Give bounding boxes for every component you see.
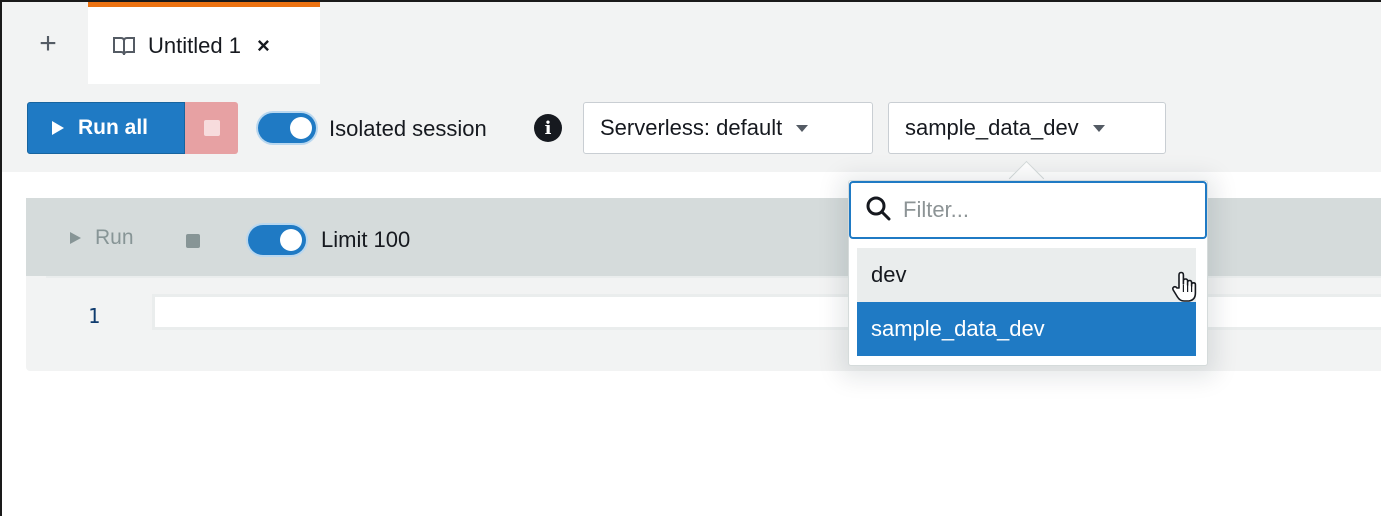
workgroup-select[interactable]: Serverless: default — [583, 102, 873, 154]
run-button[interactable]: Run — [70, 226, 134, 250]
add-tab-button[interactable]: + — [30, 24, 66, 64]
stop-all-button[interactable] — [185, 102, 238, 154]
option-label: sample_data_dev — [871, 316, 1045, 341]
line-number: 1 — [88, 304, 101, 328]
option-dev[interactable]: dev — [857, 248, 1196, 302]
stop-button[interactable] — [186, 234, 200, 248]
option-sample-data-dev[interactable]: sample_data_dev — [857, 302, 1196, 356]
tab-bar: + Untitled 1 × — [2, 2, 1381, 85]
isolated-session-label: Isolated session — [329, 116, 487, 141]
notebook-icon — [112, 35, 136, 57]
filter-input[interactable] — [901, 196, 1185, 224]
database-dropdown: dev sample_data_dev — [848, 180, 1208, 366]
toggle-knob — [280, 229, 302, 251]
play-icon — [70, 232, 81, 244]
tab-untitled-1[interactable]: Untitled 1 × — [88, 2, 320, 84]
stop-icon — [203, 120, 220, 136]
filter-field[interactable] — [849, 181, 1207, 239]
play-icon — [52, 121, 64, 135]
database-select[interactable]: sample_data_dev — [888, 102, 1166, 154]
caret-down-icon — [1092, 124, 1105, 132]
plus-icon: + — [39, 27, 57, 60]
run-all-button[interactable]: Run all — [27, 102, 185, 154]
database-select-value: sample_data_dev — [905, 115, 1079, 140]
run-label: Run — [95, 226, 134, 249]
caret-down-icon — [796, 124, 809, 132]
toggle-knob — [290, 117, 312, 139]
limit-toggle[interactable] — [248, 225, 306, 255]
notebook-toolbar: Run all Isolated session i Serverless: d… — [2, 84, 1381, 172]
pointer-hand-icon — [1170, 270, 1200, 309]
option-label: dev — [871, 262, 907, 287]
limit-label: Limit 100 — [321, 227, 411, 252]
close-icon[interactable]: × — [257, 33, 270, 59]
search-icon — [865, 195, 891, 226]
run-all-label: Run all — [78, 116, 149, 139]
workgroup-select-value: Serverless: default — [600, 115, 783, 140]
info-icon[interactable]: i — [534, 114, 562, 142]
isolated-session-toggle[interactable] — [258, 113, 316, 143]
tab-title: Untitled 1 — [148, 32, 241, 58]
app-window: + Untitled 1 × Run all Isolated session … — [0, 0, 1381, 516]
